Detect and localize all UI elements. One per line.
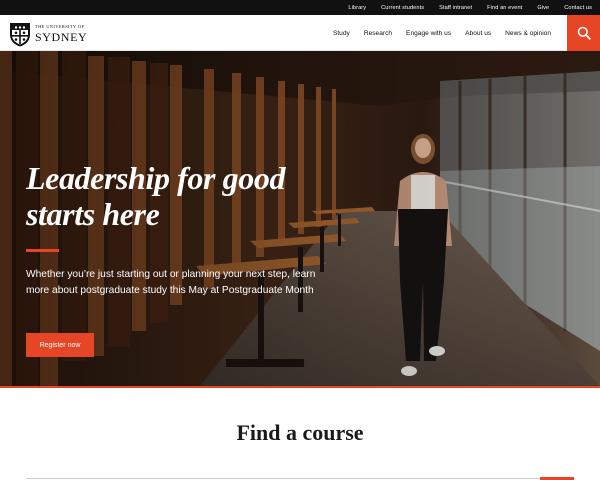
nav-about-us[interactable]: About us <box>465 30 491 37</box>
utility-link-current-students[interactable]: Current students <box>381 5 424 11</box>
utility-bar: Library Current students Staff intranet … <box>0 0 600 15</box>
utility-link-library[interactable]: Library <box>348 5 366 11</box>
nav-engage-with-us[interactable]: Engage with us <box>406 30 451 37</box>
crest-icon <box>10 22 30 46</box>
search-button[interactable] <box>567 15 600 51</box>
utility-nav: Library Current students Staff intranet … <box>333 0 592 15</box>
logo-wordmark: THE UNIVERSITY OF SYDNEY <box>35 24 88 44</box>
nav-news-opinion[interactable]: News & opinion <box>505 30 551 37</box>
hero-title: Leadership for good starts here <box>26 160 356 232</box>
hero-body-text: Whether you’re just starting out or plan… <box>26 269 316 296</box>
register-now-button[interactable]: Register now <box>26 333 94 357</box>
search-icon <box>577 26 591 40</box>
main-header: THE UNIVERSITY OF SYDNEY Study Research … <box>0 15 600 51</box>
nav-study[interactable]: Study <box>333 30 350 37</box>
find-a-course-section: Find a course <box>0 388 600 480</box>
utility-link-find-an-event[interactable]: Find an event <box>487 5 522 11</box>
utility-link-contact-us[interactable]: Contact us <box>564 5 592 11</box>
hero-accent-rule <box>26 249 59 252</box>
hero-title-line-1: Leadership for good <box>26 160 286 196</box>
hero-banner: Leadership for good starts here Whether … <box>0 51 600 386</box>
university-logo[interactable]: THE UNIVERSITY OF SYDNEY <box>9 21 87 47</box>
logo-line-2: SYDNEY <box>35 29 88 44</box>
course-search-field[interactable] <box>26 478 574 479</box>
find-a-course-heading: Find a course <box>236 420 364 445</box>
nav-research[interactable]: Research <box>364 30 392 37</box>
utility-link-give[interactable]: Give <box>537 5 549 11</box>
hero-title-line-2: starts here <box>26 196 160 232</box>
main-nav: Study Research Engage with us About us N… <box>319 15 551 51</box>
utility-link-staff-intranet[interactable]: Staff intranet <box>439 5 472 11</box>
